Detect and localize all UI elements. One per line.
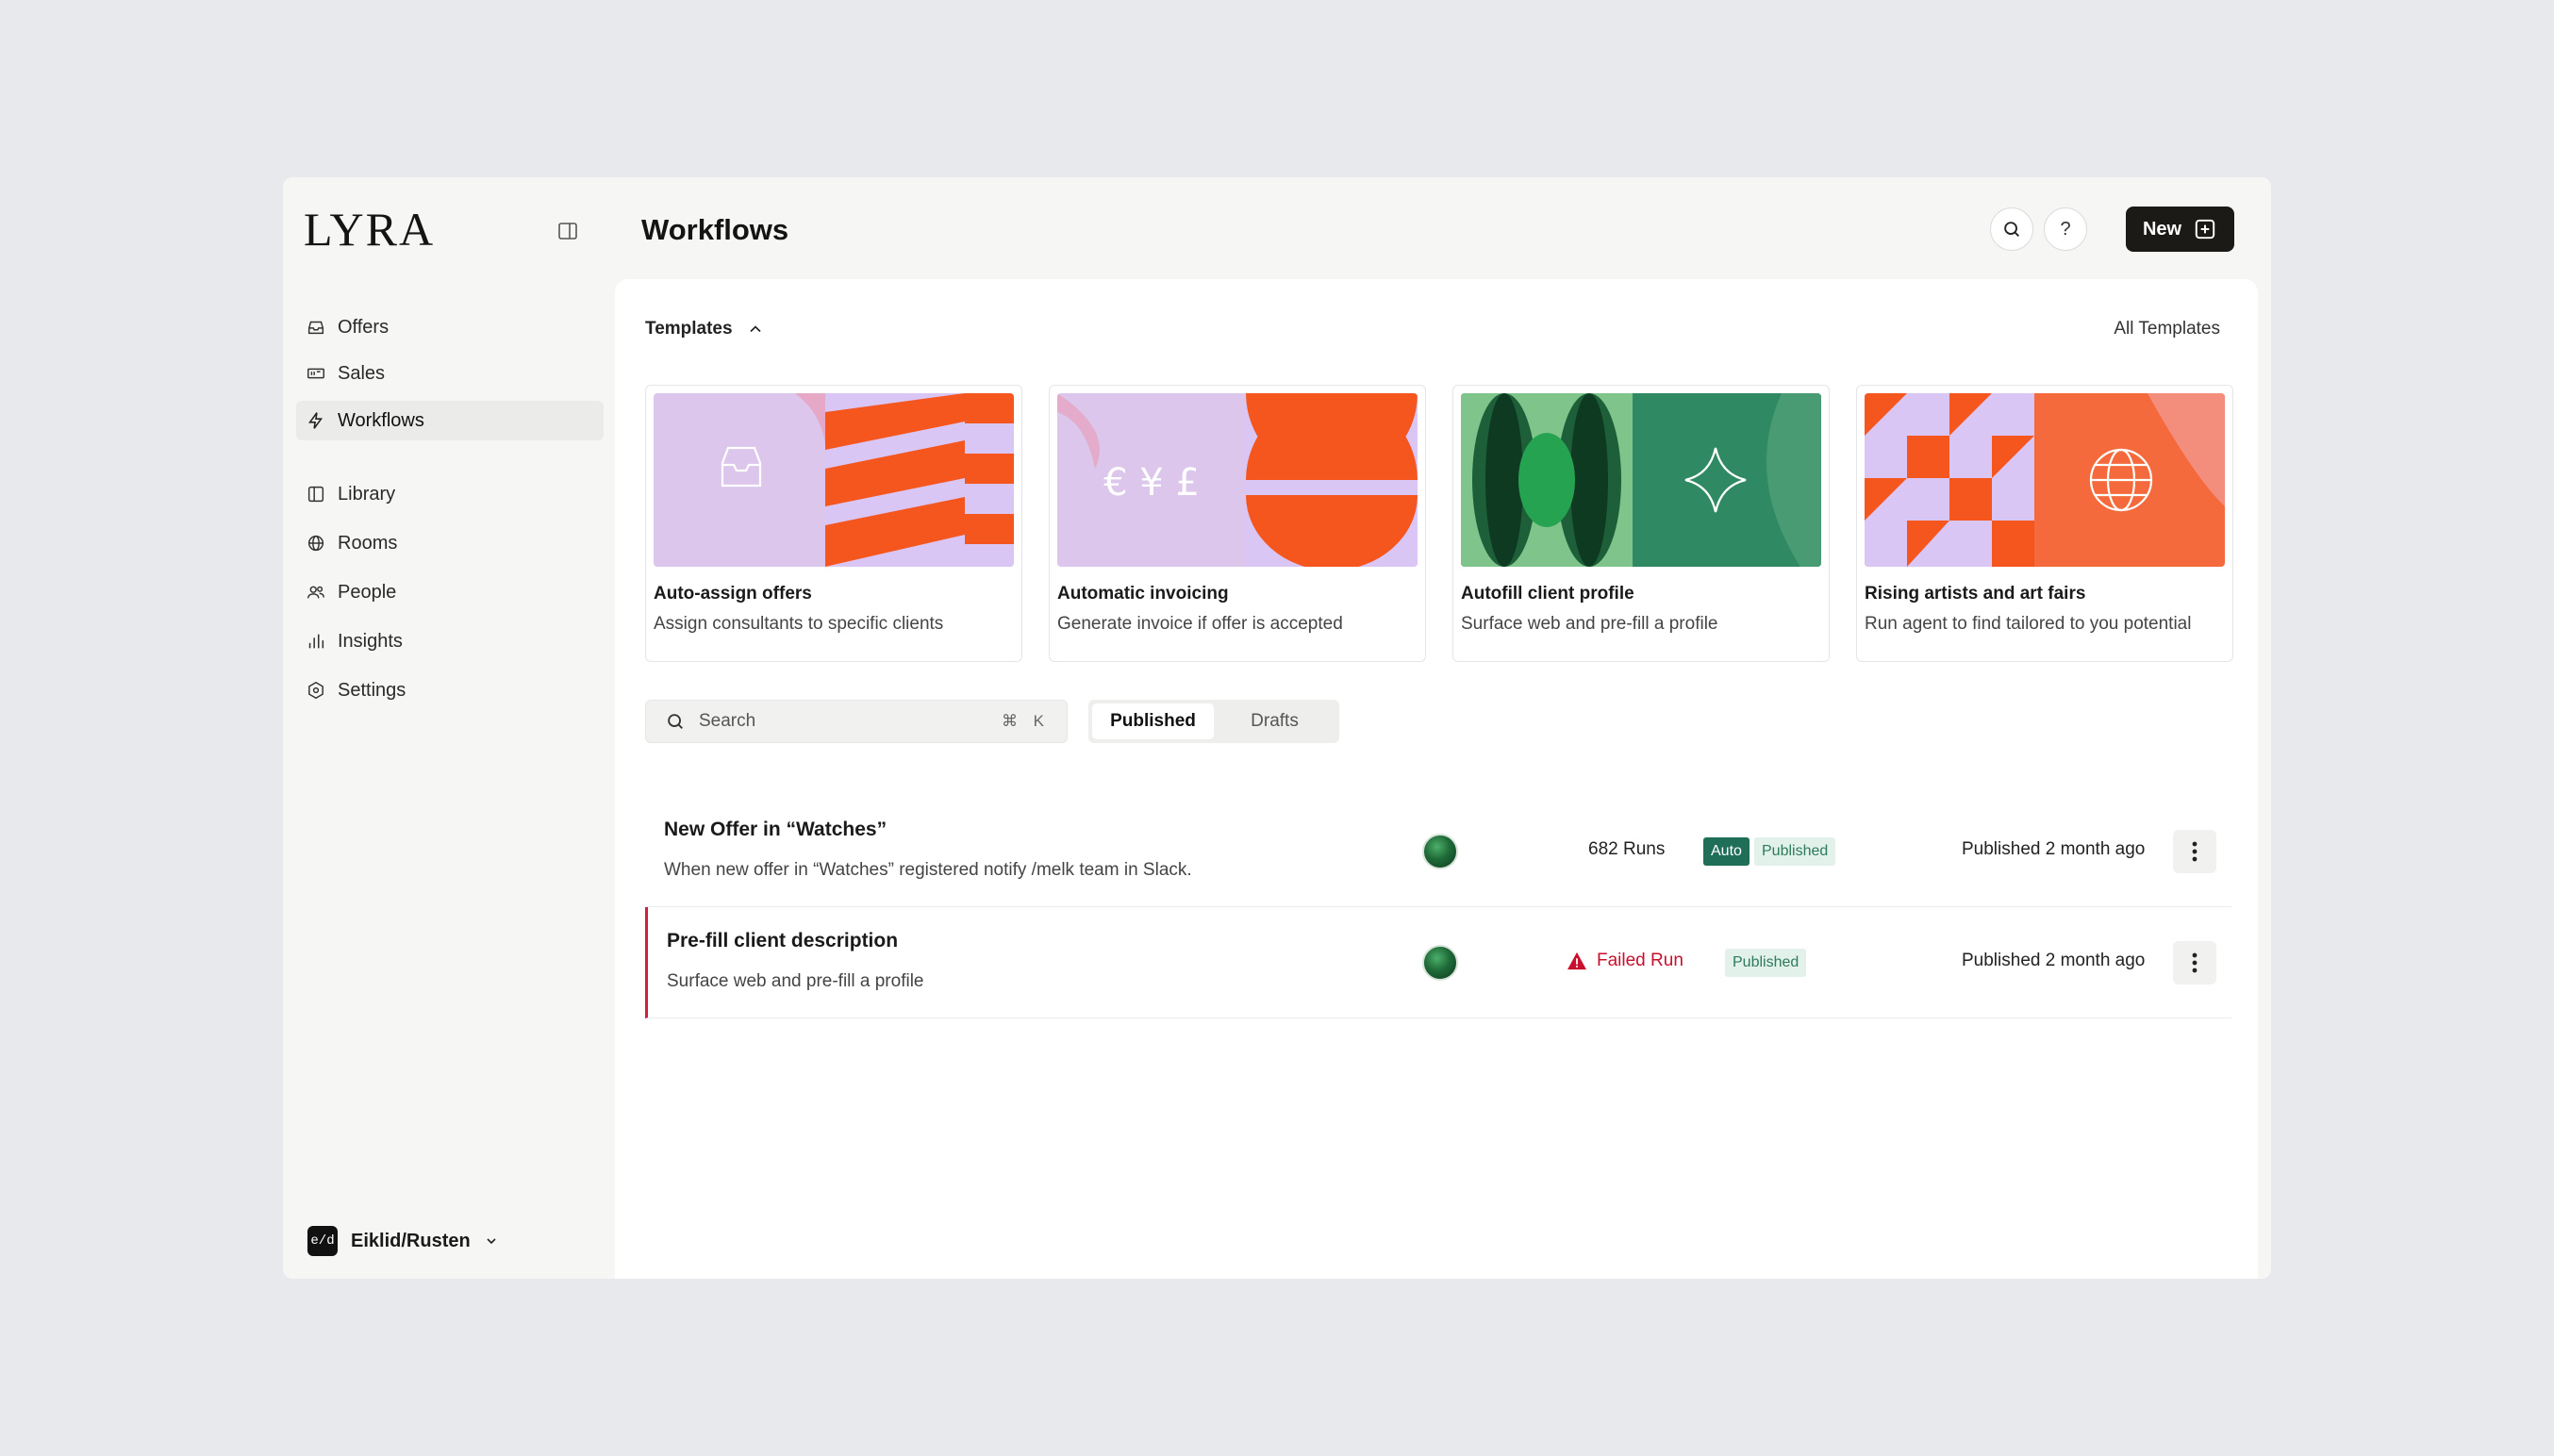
- sidebar-toggle-icon[interactable]: [556, 220, 579, 242]
- template-art: [654, 393, 1014, 567]
- sidebar-item-label: Library: [338, 483, 396, 505]
- template-desc: Run agent to find tailored to you potent…: [1865, 614, 2192, 634]
- status-badge: Published: [1754, 837, 1836, 866]
- template-title: Autofill client profile: [1461, 584, 1634, 604]
- template-card-invoicing[interactable]: € ¥ £ Automatic invoicing Generate invoi…: [1049, 385, 1426, 662]
- sidebar: LYRA Offers Sales Workflows Library Room…: [283, 177, 615, 1279]
- sidebar-item-workflows[interactable]: Workflows: [296, 401, 604, 440]
- kebab-menu-icon: [2192, 841, 2197, 862]
- chevron-up-icon: [749, 325, 761, 333]
- failed-run-status: Failed Run: [1567, 951, 1683, 971]
- sidebar-item-sales[interactable]: Sales: [296, 354, 604, 393]
- help-button[interactable]: ?: [2044, 207, 2087, 251]
- workflow-title: New Offer in “Watches”: [664, 819, 887, 840]
- page-title: Workflows: [641, 213, 789, 246]
- templates-label: Templates: [645, 319, 733, 339]
- hexagon-settings-icon: [308, 681, 323, 700]
- template-card-autofill[interactable]: Autofill client profile Surface web and …: [1452, 385, 1830, 662]
- app-logo: LYRA: [304, 203, 436, 256]
- template-title: Auto-assign offers: [654, 584, 812, 604]
- sidebar-item-label: Workflows: [338, 409, 424, 431]
- workflow-search: ⌘ K: [645, 700, 1068, 743]
- templates-toggle[interactable]: Templates: [645, 319, 765, 339]
- kebab-menu-icon: [2192, 952, 2197, 973]
- sidebar-item-settings[interactable]: Settings: [296, 670, 604, 710]
- chevron-down-icon: [487, 1238, 496, 1245]
- people-icon: [307, 586, 324, 599]
- template-title: Rising artists and art fairs: [1865, 584, 2086, 604]
- workflow-desc: Surface web and pre-fill a profile: [667, 971, 924, 991]
- more-options-button[interactable]: [2173, 941, 2216, 984]
- status-badge: Published: [1725, 949, 1807, 977]
- workspace-switcher[interactable]: e/d Eiklid/Rusten: [307, 1226, 499, 1256]
- currency-symbols: € ¥ £: [1103, 461, 1200, 505]
- tab-drafts[interactable]: Drafts: [1214, 703, 1335, 739]
- app-window: LYRA Offers Sales Workflows Library Room…: [283, 177, 2271, 1279]
- template-art: [1865, 393, 2225, 567]
- search-input[interactable]: [699, 711, 982, 732]
- inbox-icon: [307, 321, 324, 335]
- template-card-rising-artists[interactable]: Rising artists and art fairs Run agent t…: [1856, 385, 2233, 662]
- all-templates-link[interactable]: All Templates: [2114, 319, 2220, 339]
- sidebar-item-rooms[interactable]: Rooms: [296, 523, 604, 563]
- avatar: [1422, 945, 1458, 981]
- globe-icon: [307, 535, 324, 552]
- ticket-icon: [307, 368, 324, 379]
- help-icon: ?: [2060, 218, 2071, 240]
- status-tabs: Published Drafts: [1088, 700, 1339, 743]
- lightning-icon: [308, 412, 323, 429]
- workflow-row[interactable]: New Offer in “Watches” When new offer in…: [645, 796, 2231, 907]
- main-panel: Templates All Templates Auto-assign offe…: [615, 279, 2258, 1279]
- sidebar-item-label: People: [338, 581, 397, 603]
- template-title: Automatic invoicing: [1057, 584, 1229, 604]
- workflow-row[interactable]: Pre-fill client description Surface web …: [645, 907, 2231, 1018]
- template-art: € ¥ £: [1057, 393, 1418, 567]
- more-options-button[interactable]: [2173, 830, 2216, 873]
- sidebar-item-label: Settings: [338, 679, 406, 701]
- template-desc: Surface web and pre-fill a profile: [1461, 614, 1718, 634]
- run-count: 682 Runs: [1588, 839, 1666, 859]
- sidebar-item-label: Rooms: [338, 532, 398, 554]
- search-button[interactable]: [1990, 207, 2033, 251]
- template-desc: Assign consultants to specific clients: [654, 614, 944, 634]
- template-art: [1461, 393, 1821, 567]
- workflow-desc: When new offer in “Watches” registered n…: [664, 860, 1192, 880]
- template-desc: Generate invoice if offer is accepted: [1057, 614, 1343, 634]
- sidebar-item-insights[interactable]: Insights: [296, 621, 604, 661]
- published-time: Published 2 month ago: [1962, 951, 2146, 970]
- published-time: Published 2 month ago: [1962, 839, 2146, 859]
- failed-run-label: Failed Run: [1597, 951, 1683, 970]
- sidebar-item-label: Sales: [338, 362, 386, 384]
- template-card-auto-assign[interactable]: Auto-assign offers Assign consultants to…: [645, 385, 1022, 662]
- new-button[interactable]: New: [2126, 207, 2234, 252]
- warning-icon: [1567, 951, 1586, 970]
- workflow-title: Pre-fill client description: [667, 930, 899, 951]
- book-icon: [307, 486, 324, 503]
- sidebar-item-library[interactable]: Library: [296, 474, 604, 514]
- workspace-name: Eiklid/Rusten: [351, 1230, 471, 1251]
- search-icon: [2004, 222, 2019, 237]
- sidebar-item-people[interactable]: People: [296, 572, 604, 612]
- search-shortcut: ⌘ K: [1001, 712, 1050, 730]
- search-icon: [668, 714, 683, 729]
- sidebar-item-offers[interactable]: Offers: [296, 307, 604, 347]
- plus-square-icon: [2195, 219, 2215, 240]
- auto-badge: Auto: [1703, 837, 1750, 866]
- workspace-badge: e/d: [307, 1226, 338, 1256]
- bar-chart-icon: [308, 634, 324, 649]
- tab-published[interactable]: Published: [1092, 703, 1214, 739]
- new-button-label: New: [2142, 218, 2182, 240]
- sidebar-item-label: Insights: [338, 630, 403, 652]
- avatar: [1422, 834, 1458, 869]
- sidebar-item-label: Offers: [338, 316, 390, 338]
